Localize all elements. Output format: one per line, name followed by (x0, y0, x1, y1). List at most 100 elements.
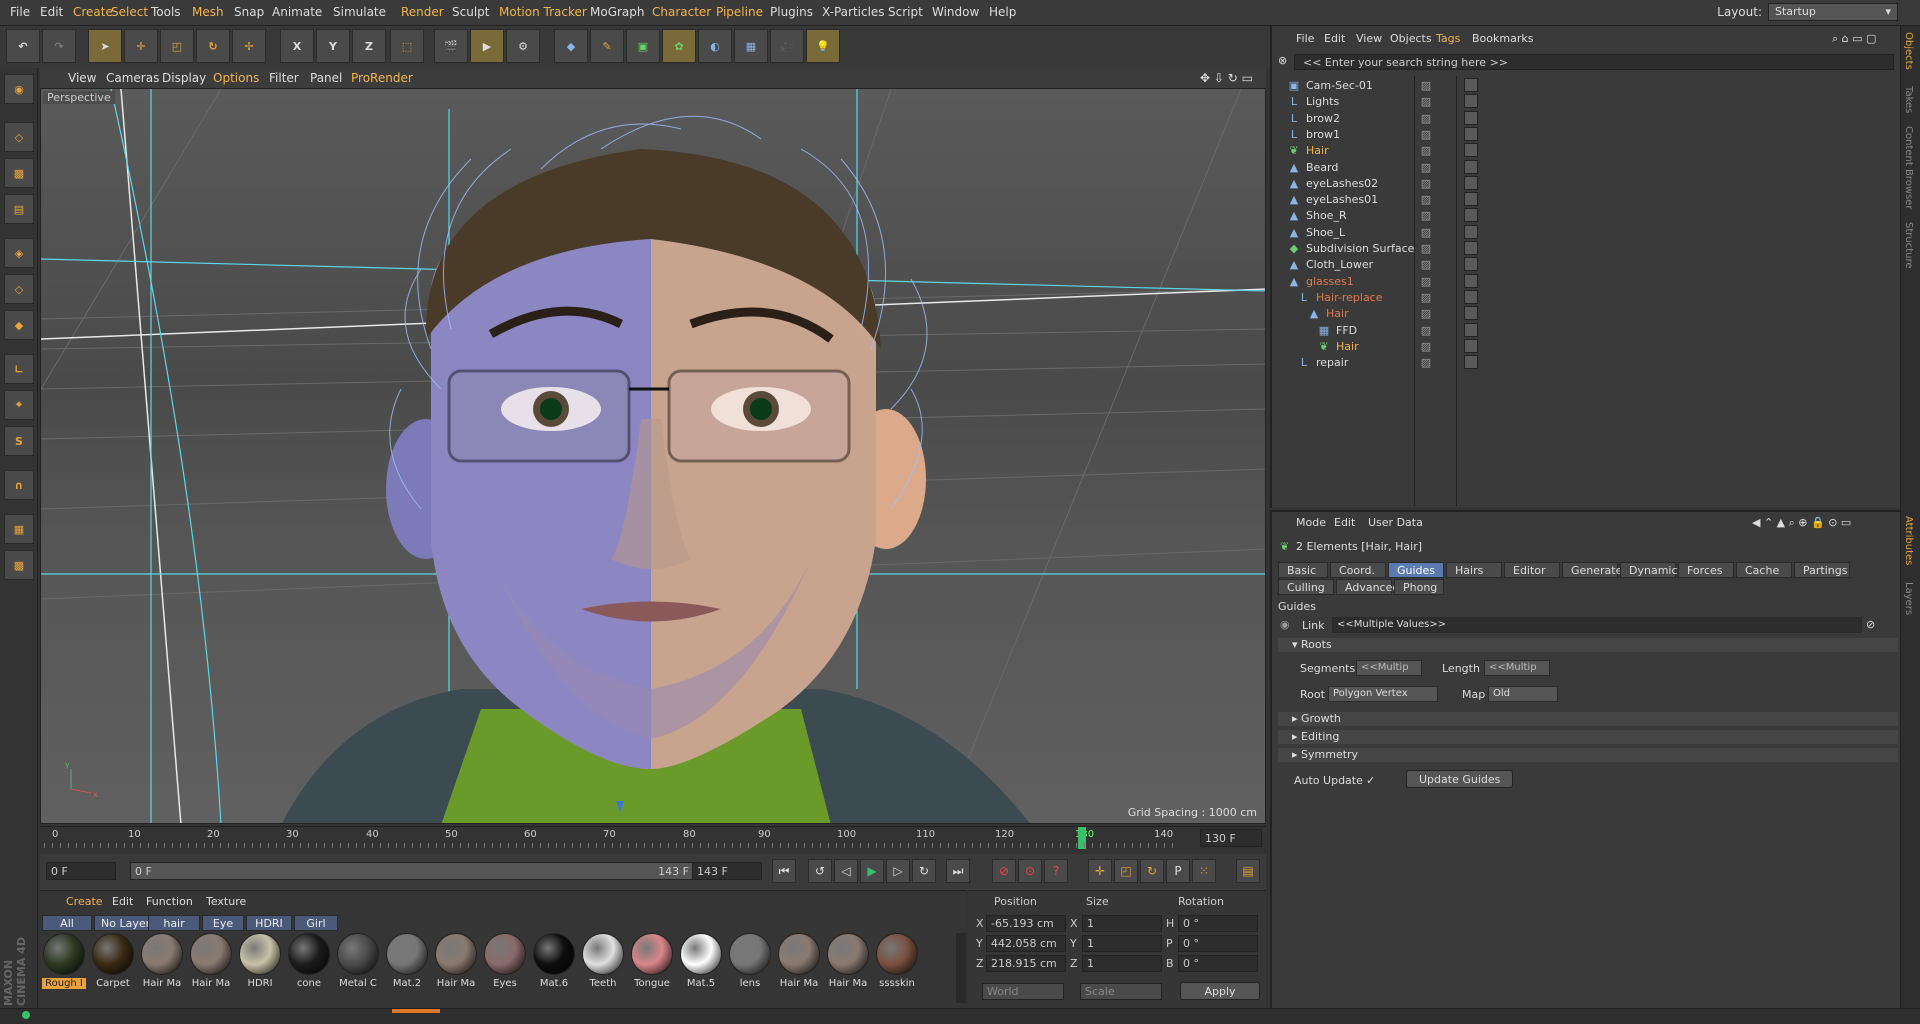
tag-icon[interactable] (1464, 208, 1478, 223)
tab-content-browser-vertical[interactable]: Content Browser (1903, 126, 1914, 209)
timeline-ruler[interactable]: 0 10 20 30 40 50 60 70 80 90 100 110 120… (40, 826, 1266, 850)
object-row[interactable]: Lrepair ▨ (1272, 353, 1902, 373)
obj-menu-tags[interactable]: Tags (1436, 32, 1460, 45)
tag-icon[interactable] (1464, 159, 1478, 174)
mat-menu-create[interactable]: Create (66, 895, 103, 908)
menu-plugins[interactable]: Plugins (770, 5, 813, 19)
tag-icon[interactable] (1464, 78, 1478, 92)
menu-mesh[interactable]: Mesh (192, 5, 224, 19)
menu-character[interactable]: Character (652, 5, 711, 19)
obj-menu-view[interactable]: View (1356, 32, 1382, 45)
roots-section[interactable]: ▾ Roots (1278, 638, 1898, 652)
visibility-toggle-icon[interactable]: ▨ (1420, 242, 1432, 255)
material-thumbnail[interactable]: Eyes (483, 933, 527, 997)
menu-file[interactable]: File (10, 5, 30, 19)
update-guides-button[interactable]: Update Guides (1406, 770, 1514, 788)
solo-button[interactable]: S (4, 426, 34, 456)
tab-attributes-vertical[interactable]: Attributes (1903, 516, 1914, 565)
obj-menu-file[interactable]: File (1296, 32, 1314, 45)
light-button[interactable]: 💡 (806, 29, 840, 63)
tab-basic[interactable]: Basic (1278, 562, 1328, 578)
render-view-button[interactable]: 🎬 (434, 29, 468, 63)
attr-menu-mode[interactable]: Mode (1296, 516, 1326, 529)
tab-generate[interactable]: Generate (1562, 562, 1622, 578)
frame-range-slider[interactable]: 0 F 143 F (130, 862, 710, 880)
lock-workplane-button[interactable]: ▦ (4, 514, 34, 544)
obj-menu-edit[interactable]: Edit (1324, 32, 1345, 45)
visibility-toggle-icon[interactable]: ▨ (1420, 95, 1432, 108)
material-thumbnail[interactable]: cone (287, 933, 331, 997)
object-search-input[interactable]: << Enter your search string here >> (1294, 54, 1894, 70)
visibility-toggle-icon[interactable]: ▨ (1420, 340, 1432, 353)
root-select[interactable]: Polygon Vertex (1328, 686, 1438, 702)
subdivision-button[interactable]: ▣ (626, 29, 660, 63)
material-thumbnail[interactable]: Tongue (630, 933, 674, 997)
material-thumbnail[interactable]: Hair Ma (826, 933, 870, 997)
key-rotation-button[interactable]: ↻ (1140, 859, 1164, 883)
material-thumbnail[interactable]: Hair Ma (189, 933, 233, 997)
size-z-field[interactable]: 1 (1082, 955, 1162, 972)
tab-dynamics[interactable]: Dynamics (1620, 562, 1683, 578)
tab-guides[interactable]: Guides (1388, 562, 1444, 578)
visibility-toggle-icon[interactable]: ▨ (1420, 112, 1432, 125)
tab-advanced[interactable]: Advanced (1336, 579, 1399, 595)
deformer-button[interactable]: ◐ (698, 29, 732, 63)
material-thumbnail[interactable]: lens (728, 933, 772, 997)
material-thumbnail[interactable]: Rough I (42, 933, 86, 997)
viewport-nav-icons[interactable]: ✥ ⇩ ↻ ▭ (1200, 71, 1253, 85)
material-thumbnail[interactable]: Mat.2 (385, 933, 429, 997)
tab-partings[interactable]: Partings (1794, 562, 1850, 578)
visibility-toggle-icon[interactable]: ▨ (1420, 144, 1432, 157)
menu-tools[interactable]: Tools (151, 5, 181, 19)
viewport-menu-cameras[interactable]: Cameras (106, 71, 159, 85)
planar-workplane-button[interactable]: ▩ (4, 550, 34, 580)
menu-edit[interactable]: Edit (40, 5, 63, 19)
render-picture-viewer-button[interactable]: ▶ (470, 29, 504, 63)
tag-icon[interactable] (1464, 94, 1478, 109)
play-button[interactable]: ▶ (860, 859, 884, 883)
tag-icon[interactable] (1464, 257, 1478, 272)
menu-pipeline[interactable]: Pipeline (716, 5, 763, 19)
visibility-toggle-icon[interactable]: ▨ (1420, 209, 1432, 222)
material-thumbnail[interactable]: Carpet (91, 933, 135, 997)
move-button[interactable]: ✛ (124, 29, 158, 63)
material-thumbnail[interactable]: Hair Ma (434, 933, 478, 997)
start-frame-field[interactable]: 0 F (46, 862, 116, 880)
auto-update-checkbox[interactable]: ✓ (1366, 774, 1375, 787)
mat-menu-function[interactable]: Function (146, 895, 193, 908)
visibility-toggle-icon[interactable]: ▨ (1420, 193, 1432, 206)
segments-field[interactable]: <<Multip (1356, 660, 1422, 676)
end-frame-field[interactable]: 143 F (692, 862, 762, 880)
rot-h-field[interactable]: 0 ° (1178, 915, 1258, 932)
mograph-button[interactable]: ✿ (662, 29, 696, 63)
material-scrollbar[interactable] (956, 933, 966, 1003)
menu-x-particles[interactable]: X-Particles (822, 5, 885, 19)
material-thumbnail[interactable]: Metal C (336, 933, 380, 997)
prev-frame-button[interactable]: ◁ (834, 859, 858, 883)
visibility-toggle-icon[interactable]: ▨ (1420, 356, 1432, 369)
tab-structure-vertical[interactable]: Structure (1903, 222, 1914, 269)
tag-icon[interactable] (1464, 143, 1478, 158)
attr-nav-icons[interactable]: ◀ ⌃ ▲ ⌕ ⊕ 🔒 ⊙ ▭ (1752, 516, 1851, 530)
tag-icon[interactable] (1464, 306, 1478, 321)
pos-z-field[interactable]: 218.915 cm (986, 955, 1066, 972)
tag-icon[interactable] (1464, 322, 1478, 337)
visibility-toggle-icon[interactable]: ▨ (1420, 275, 1432, 288)
visibility-toggle-icon[interactable]: ▨ (1420, 291, 1432, 304)
redo-button[interactable]: ↷ (42, 29, 76, 63)
camera-button[interactable]: 🎥 (770, 29, 804, 63)
tab-objects-vertical[interactable]: Objects (1903, 32, 1914, 70)
material-thumbnail[interactable]: Teeth (581, 933, 625, 997)
rot-b-field[interactable]: 0 ° (1178, 955, 1258, 972)
tab-hairs[interactable]: Hairs (1446, 562, 1502, 578)
material-thumbnail[interactable]: HDRI (238, 933, 282, 997)
tag-icon[interactable] (1464, 224, 1478, 239)
x-axis-button[interactable]: X (280, 29, 314, 63)
apply-button[interactable]: Apply (1180, 982, 1260, 1000)
visibility-toggle-icon[interactable]: ▨ (1420, 226, 1432, 239)
radio-icon[interactable]: ◉ (1280, 618, 1290, 631)
material-thumbnail[interactable]: Hair Ma (140, 933, 184, 997)
y-axis-button[interactable]: Y (316, 29, 350, 63)
material-thumbnail[interactable]: sssskin (875, 933, 919, 997)
tag-icon[interactable] (1464, 289, 1478, 304)
